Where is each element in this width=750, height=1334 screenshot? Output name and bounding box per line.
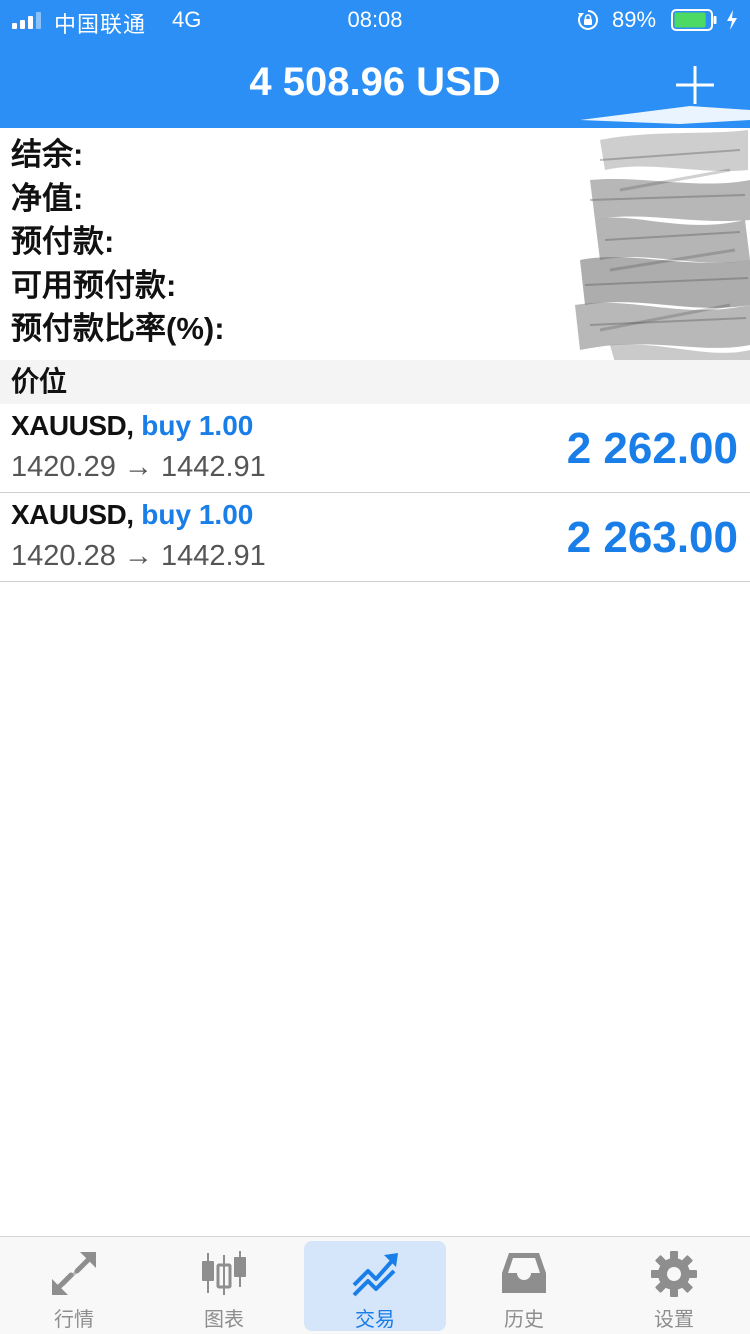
tab-label: 行情	[54, 1309, 94, 1331]
tab-label: 交易	[355, 1309, 395, 1331]
position-type: buy 1.00	[141, 499, 254, 530]
position-profit: 2 263.00	[566, 513, 738, 562]
positions-list: XAUUSD, buy 1.00 1420.29 → 1442.91 2 262…	[0, 404, 750, 582]
position-prices: 1420.29 → 1442.91	[11, 451, 266, 483]
position-prices: 1420.28 → 1442.91	[11, 540, 266, 572]
scribble-overlay-decoration	[575, 106, 750, 387]
free-margin-label: 可用预付款:	[11, 267, 177, 303]
section-title: 价位	[11, 366, 68, 397]
account-summary: 结余: 净值: 预付款: 可用预付款: 预付款比率(%):	[11, 134, 225, 352]
trade-trend-icon	[352, 1253, 398, 1297]
position-title: XAUUSD, buy 1.00	[11, 410, 253, 442]
tab-quotes[interactable]: 行情	[3, 1241, 145, 1331]
positions-section-header: 价位	[0, 360, 750, 404]
battery-icon	[671, 9, 717, 31]
trade-screen: 中国联通 4G 08:08 89% 4 508.96 USD 结余: 净值: 预…	[0, 0, 750, 1334]
margin-label: 预付款:	[11, 224, 115, 259]
balance-label: 结余:	[11, 137, 84, 172]
history-inbox-icon	[502, 1253, 546, 1293]
tab-charts[interactable]: 图表	[153, 1241, 295, 1331]
tab-label: 历史	[504, 1309, 544, 1331]
rotation-lock-icon	[578, 10, 598, 30]
tab-settings[interactable]: 设置	[603, 1241, 745, 1331]
equity-label: 净值:	[11, 180, 84, 216]
tab-label: 设置	[654, 1309, 694, 1331]
position-symbol: XAUUSD,	[11, 499, 134, 530]
quotes-arrows-icon	[52, 1252, 96, 1295]
position-symbol: XAUUSD,	[11, 410, 134, 441]
position-row[interactable]: XAUUSD, buy 1.00 1420.29 → 1442.91 2 262…	[0, 404, 750, 493]
account-balance-title: 4 508.96 USD	[249, 60, 501, 104]
candlestick-chart-icon	[202, 1251, 246, 1295]
position-profit: 2 262.00	[566, 424, 738, 473]
position-row[interactable]: XAUUSD, buy 1.00 1420.28 → 1442.91 2 263…	[0, 493, 750, 582]
tab-history[interactable]: 历史	[453, 1241, 595, 1331]
status-bar: 中国联通 4G 08:08 89%	[0, 0, 750, 40]
bottom-tab-bar: 行情 图表 交易 历史 设置	[0, 1236, 750, 1334]
position-title: XAUUSD, buy 1.00	[11, 499, 253, 531]
tab-trade[interactable]: 交易	[304, 1241, 446, 1331]
charging-bolt-icon	[727, 10, 737, 30]
position-type: buy 1.00	[141, 410, 254, 441]
margin-level-label: 预付款比率(%):	[11, 311, 225, 346]
settings-gear-icon	[651, 1251, 697, 1297]
tab-label: 图表	[204, 1309, 244, 1331]
battery-percentage: 89%	[612, 7, 657, 32]
